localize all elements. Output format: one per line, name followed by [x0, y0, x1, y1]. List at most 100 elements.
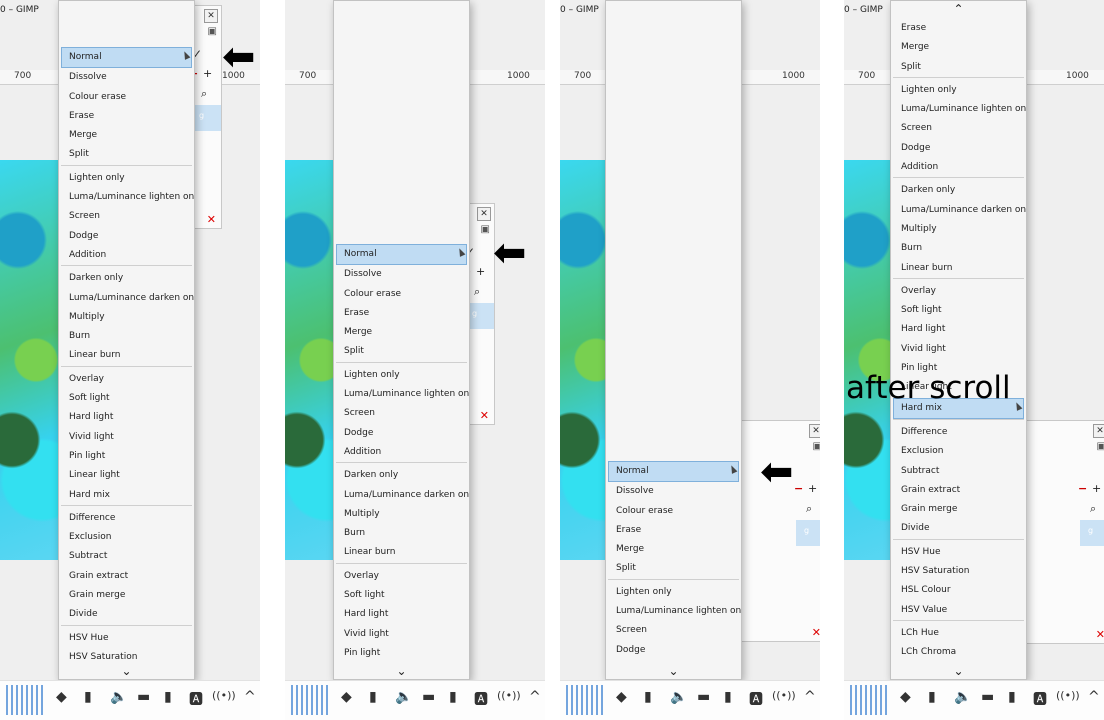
blend-mode-item[interactable]: Grain merge	[59, 586, 194, 605]
blend-mode-item[interactable]: Merge	[334, 323, 469, 342]
blend-mode-item[interactable]: Burn	[59, 327, 194, 346]
close-icon[interactable]: ✕	[1093, 424, 1104, 438]
battery-icon[interactable]: ▬	[137, 689, 150, 705]
blend-mode-item[interactable]: Colour erase	[606, 502, 741, 521]
blend-mode-item[interactable]: Erase	[334, 304, 469, 323]
blend-mode-item[interactable]: Linear burn	[334, 543, 469, 562]
blend-mode-item[interactable]: Multiply	[334, 505, 469, 524]
blend-mode-item[interactable]: Luma/Luminance darken only	[891, 201, 1026, 220]
device-icon[interactable]: ▮	[1008, 689, 1016, 705]
blend-mode-item[interactable]: Luma/Luminance lighten only	[59, 188, 194, 207]
tray-up-icon[interactable]: ^	[244, 689, 256, 705]
blend-mode-item[interactable]: Multiply	[59, 308, 194, 327]
blend-mode-item[interactable]: Dodge	[334, 424, 469, 443]
volume-icon[interactable]: 🔈	[395, 689, 412, 705]
delete-layer-icon[interactable]: ✕	[207, 213, 216, 226]
blend-mode-item[interactable]: HSV Hue	[59, 629, 194, 648]
blend-mode-item[interactable]: Dodge	[606, 641, 741, 660]
blend-mode-item[interactable]: Luma/Luminance darken only	[59, 289, 194, 308]
tray-up-icon[interactable]: ^	[529, 689, 541, 705]
chevron-down-icon[interactable]: ⌄	[606, 663, 741, 679]
blend-mode-item[interactable]: Vivid light	[59, 428, 194, 447]
blend-mode-item[interactable]: Hard light	[59, 408, 194, 427]
minus-icon[interactable]: −	[1078, 482, 1087, 495]
blend-mode-item[interactable]: Dissolve	[606, 482, 741, 501]
blend-mode-item[interactable]: Luma/Luminance lighten only	[334, 385, 469, 404]
volume-icon[interactable]: 🔈	[954, 689, 971, 705]
plus-icon[interactable]: +	[203, 67, 212, 80]
blend-mode-item[interactable]: Pin light	[59, 447, 194, 466]
blend-mode-item[interactable]: Merge	[891, 38, 1026, 57]
blend-mode-item[interactable]: HSV Hue	[891, 543, 1026, 562]
clipboard-icon[interactable]: ▮	[369, 689, 377, 705]
blend-mode-item[interactable]: Burn	[891, 239, 1026, 258]
blend-mode-item[interactable]: Hard light	[891, 320, 1026, 339]
blend-mode-item[interactable]: Pin light	[334, 644, 469, 663]
blend-mode-item[interactable]: Grain extract	[891, 481, 1026, 500]
blend-mode-item[interactable]: Grain extract	[59, 567, 194, 586]
search-icon[interactable]: ⌕	[201, 87, 207, 101]
chevron-up-icon[interactable]: ⌃	[891, 1, 1026, 19]
close-icon[interactable]: ✕	[204, 9, 218, 23]
blend-mode-item[interactable]: Linear burn	[891, 259, 1026, 278]
blend-mode-item[interactable]: Colour erase	[334, 285, 469, 304]
blend-mode-item[interactable]: Hard mix	[59, 486, 194, 505]
selected-layer-row[interactable]: g	[1080, 520, 1104, 546]
blend-mode-item[interactable]: Luma/Luminance darken only	[334, 486, 469, 505]
blend-mode-item[interactable]: Soft light	[59, 389, 194, 408]
blend-mode-item[interactable]: Darken only	[334, 466, 469, 485]
device-icon[interactable]: ▮	[724, 689, 732, 705]
app-icon[interactable]: ◆	[341, 689, 352, 705]
delete-layer-icon[interactable]: ✕	[1096, 628, 1104, 641]
blend-mode-item[interactable]: Lighten only	[606, 583, 741, 602]
volume-icon[interactable]: 🔈	[670, 689, 687, 705]
blend-mode-item[interactable]: Addition	[891, 158, 1026, 177]
keyboard-icon[interactable]: 🅰	[749, 689, 763, 709]
blend-mode-item[interactable]: Normal	[336, 244, 467, 266]
blend-mode-item[interactable]: Dodge	[59, 227, 194, 246]
blend-mode-item[interactable]: HSL Colour	[891, 581, 1026, 600]
close-icon[interactable]: ✕	[809, 424, 820, 438]
close-icon[interactable]: ✕	[477, 207, 491, 221]
blend-mode-item[interactable]: Darken only	[891, 181, 1026, 200]
blend-mode-item[interactable]: Luma/Luminance lighten only	[606, 602, 741, 621]
device-icon[interactable]: ▮	[449, 689, 457, 705]
blend-mode-item[interactable]: Erase	[59, 107, 194, 126]
blend-mode-item[interactable]: Addition	[59, 246, 194, 265]
battery-icon[interactable]: ▬	[422, 689, 435, 705]
blend-mode-item[interactable]: Vivid light	[334, 625, 469, 644]
blend-mode-item[interactable]: Vivid light	[891, 340, 1026, 359]
blend-mode-item[interactable]: Screen	[606, 621, 741, 640]
search-icon[interactable]: ⌕	[474, 285, 480, 299]
blend-mode-item[interactable]: Soft light	[334, 586, 469, 605]
clipboard-icon[interactable]: ▮	[84, 689, 92, 705]
blend-mode-item[interactable]: Overlay	[334, 567, 469, 586]
search-icon[interactable]: ⌕	[1090, 502, 1096, 516]
blend-mode-item[interactable]: Lighten only	[891, 81, 1026, 100]
blend-mode-item[interactable]: Normal	[61, 47, 192, 69]
blend-mode-item[interactable]: Normal	[608, 461, 739, 483]
blend-mode-item[interactable]: Dissolve	[334, 265, 469, 284]
blend-mode-item[interactable]: Exclusion	[59, 528, 194, 547]
blend-mode-item[interactable]: Subtract	[891, 462, 1026, 481]
blend-mode-item[interactable]: Split	[891, 58, 1026, 77]
keyboard-icon[interactable]: 🅰	[189, 689, 203, 709]
blend-mode-item[interactable]: Linear light	[59, 466, 194, 485]
blend-mode-item[interactable]: LCh Hue	[891, 624, 1026, 643]
blend-mode-item[interactable]: Screen	[59, 207, 194, 226]
blend-mode-item[interactable]: Exclusion	[891, 442, 1026, 461]
blend-mode-item[interactable]: Merge	[59, 126, 194, 145]
blend-mode-item[interactable]: Split	[334, 342, 469, 361]
wifi-icon[interactable]: ((•))	[497, 689, 521, 702]
selected-layer-row[interactable]: g	[191, 105, 221, 131]
blend-mode-item[interactable]: Split	[59, 145, 194, 164]
blend-mode-item[interactable]: Multiply	[891, 220, 1026, 239]
wifi-icon[interactable]: ((•))	[212, 689, 236, 702]
blend-mode-item[interactable]: Dodge	[891, 139, 1026, 158]
volume-icon[interactable]: 🔈	[110, 689, 127, 705]
blend-mode-item[interactable]: Subtract	[59, 547, 194, 566]
blend-mode-item[interactable]: Colour erase	[59, 88, 194, 107]
blend-mode-item[interactable]: Linear burn	[59, 346, 194, 365]
device-icon[interactable]: ▮	[164, 689, 172, 705]
blend-mode-item[interactable]: Divide	[59, 605, 194, 624]
